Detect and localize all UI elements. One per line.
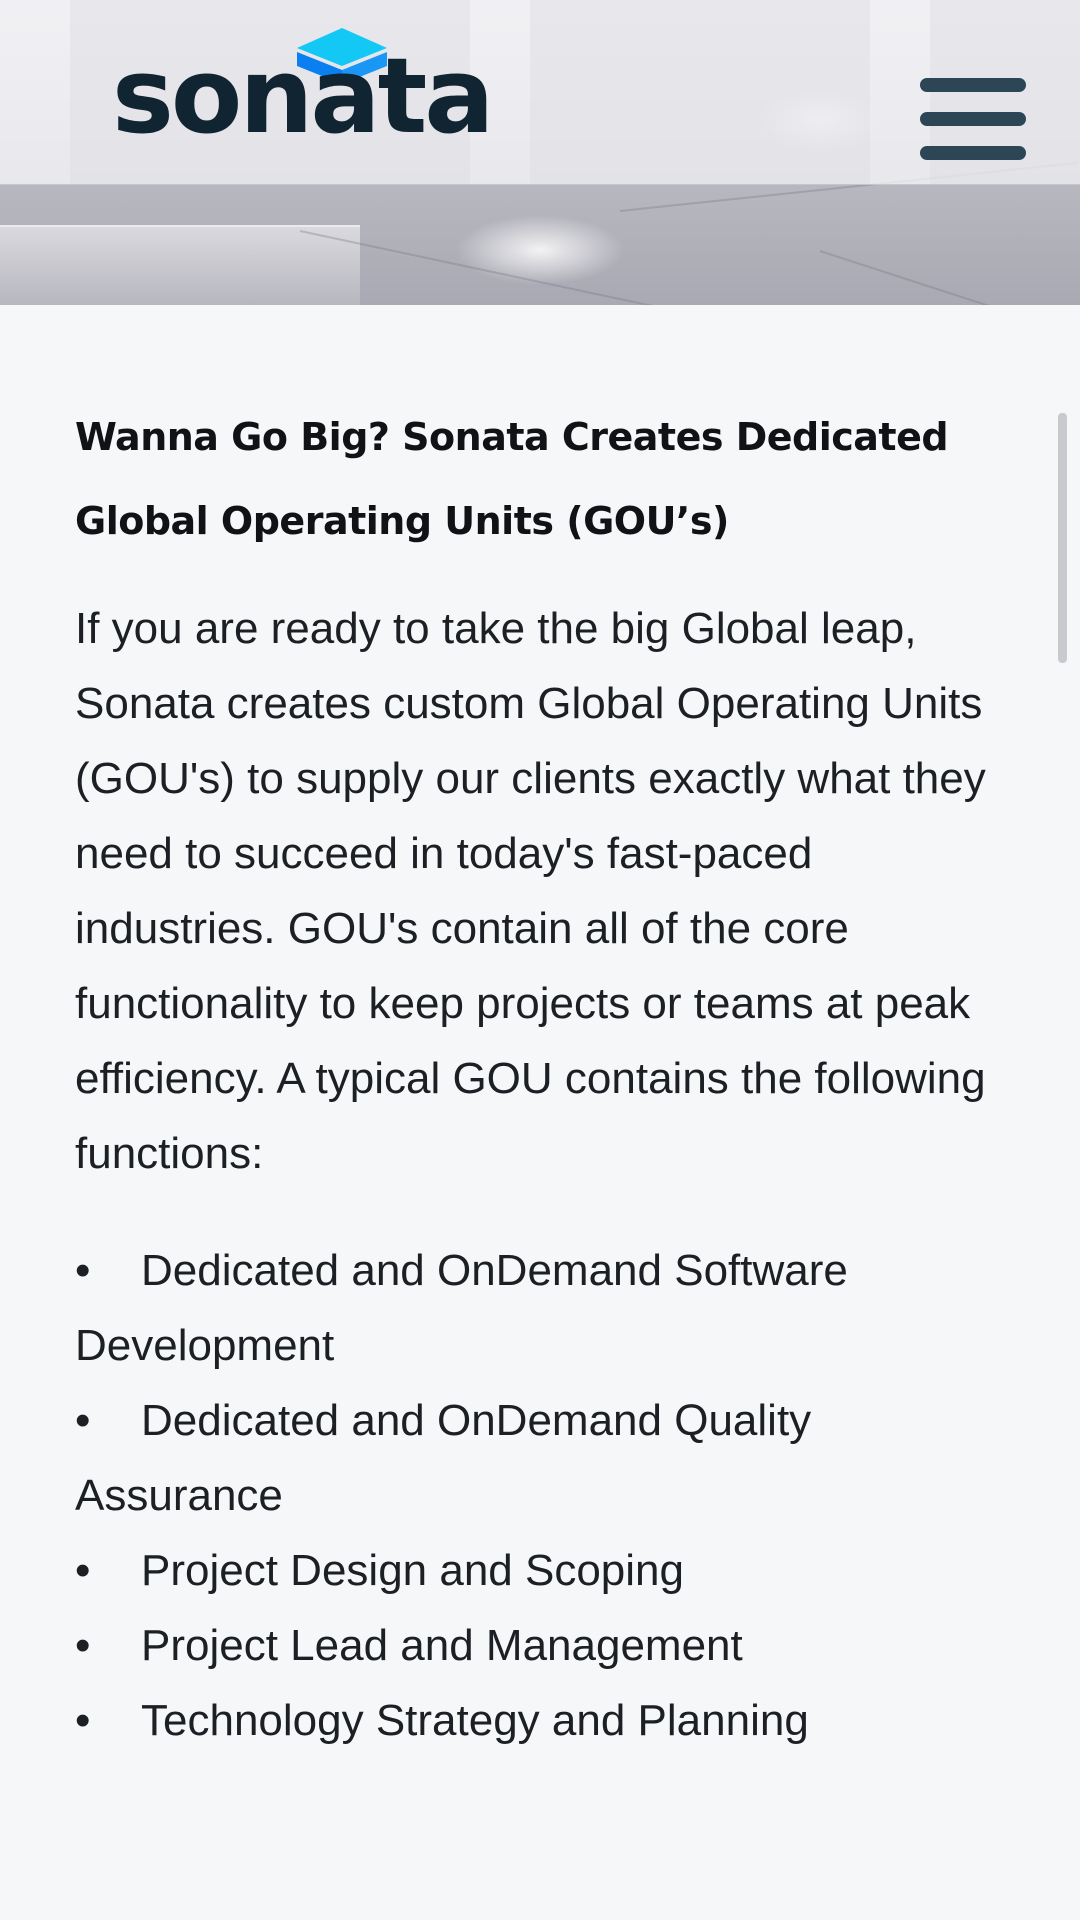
bullet-icon: • xyxy=(75,1246,91,1295)
list-item: • Project Lead and Management xyxy=(75,1608,1015,1683)
functions-list: • Dedicated and OnDemand Software Develop… xyxy=(75,1233,1015,1758)
office-bench xyxy=(0,225,360,305)
menu-bar-top xyxy=(920,78,1026,92)
floor-line xyxy=(819,250,1080,305)
floor-line xyxy=(299,230,712,305)
site-header: sonata xyxy=(0,0,1080,185)
list-item-label: Technology Strategy and Planning xyxy=(141,1696,809,1745)
scrollbar-thumb[interactable] xyxy=(1058,413,1067,663)
bullet-icon: • xyxy=(75,1621,91,1670)
list-item-label: Project Design and Scoping xyxy=(141,1546,684,1595)
list-item-label: Dedicated and OnDemand Quality Assurance xyxy=(75,1396,812,1520)
bullet-icon: • xyxy=(75,1546,91,1595)
article-heading: Wanna Go Big? Sonata Creates Dedicated G… xyxy=(75,415,949,543)
sonata-logo[interactable]: sonata xyxy=(112,22,494,152)
menu-bar-middle xyxy=(920,112,1026,126)
menu-bar-bottom xyxy=(920,146,1026,160)
logo-wordmark: sonata xyxy=(112,35,494,157)
article-paragraph: If you are ready to take the big Global … xyxy=(75,604,986,1178)
menu-button[interactable] xyxy=(920,78,1028,164)
article-content: Wanna Go Big? Sonata Creates Dedicated G… xyxy=(75,395,1015,1758)
bullet-icon: • xyxy=(75,1696,91,1745)
list-item: • Project Design and Scoping xyxy=(75,1533,1015,1608)
list-item-label: Dedicated and OnDemand Software Developm… xyxy=(75,1246,848,1370)
list-item-label: Project Lead and Management xyxy=(141,1621,743,1670)
bullet-icon: • xyxy=(75,1396,91,1445)
list-item: • Dedicated and OnDemand Software Develop… xyxy=(75,1233,1015,1383)
list-item: • Dedicated and OnDemand Quality Assuranc… xyxy=(75,1383,1015,1533)
list-item: • Technology Strategy and Planning xyxy=(75,1683,1015,1758)
